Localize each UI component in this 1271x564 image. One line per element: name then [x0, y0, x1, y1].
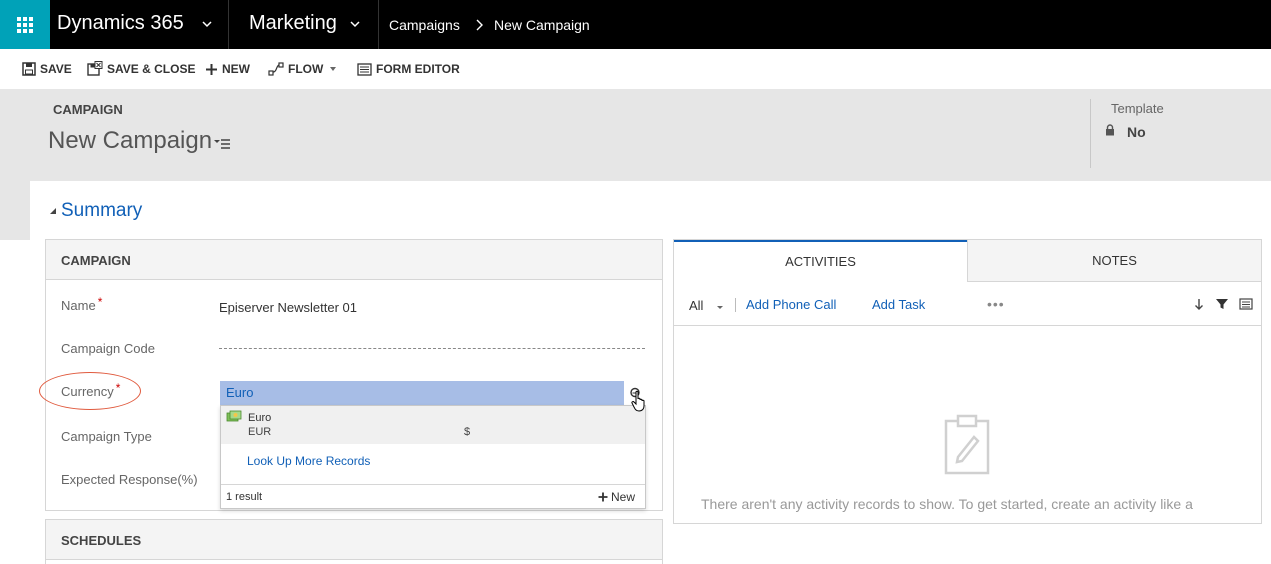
form-editor-label: FORM EDITOR [376, 62, 460, 76]
command-bar: SAVE SAVE & CLOSE NEW FLOW FORM EDITOR [0, 49, 1271, 89]
name-field[interactable]: Episerver Newsletter 01 [219, 300, 357, 315]
new-record-label: New [610, 490, 635, 504]
activities-toolbar: All Add Phone Call Add Task ••• [674, 282, 1261, 326]
add-task-button[interactable]: Add Task [872, 297, 925, 312]
save-label: SAVE [40, 62, 72, 76]
look-up-more-records-link[interactable]: Look Up More Records [247, 454, 370, 468]
flow-label: FLOW [288, 62, 324, 76]
save-close-label: SAVE & CLOSE [107, 62, 196, 76]
required-indicator: * [97, 295, 103, 309]
form-editor-button[interactable]: FORM EDITOR [357, 60, 460, 78]
divider [378, 0, 379, 49]
save-close-icon [87, 61, 103, 76]
campaign-section-label: CAMPAIGN [61, 253, 131, 268]
lookup-footer: 1 result New [221, 484, 645, 508]
campaign-type-label: Campaign Type [61, 429, 152, 444]
app-title[interactable]: Dynamics 365 [57, 0, 184, 49]
form-selector-icon[interactable] [213, 137, 231, 151]
caret-down-icon[interactable] [716, 305, 724, 310]
chevron-down-icon[interactable] [200, 17, 214, 31]
currency-icon [226, 410, 242, 422]
save-icon [22, 62, 36, 76]
template-label: Template [1111, 101, 1164, 116]
app-launcher-button[interactable] [0, 0, 50, 49]
schedules-section-label: SCHEDULES [61, 533, 142, 548]
flow-icon [268, 62, 284, 76]
name-label: Name * [61, 295, 103, 313]
lock-icon [1106, 124, 1114, 136]
lookup-result-item[interactable]: Euro EUR $ [221, 406, 645, 444]
flow-button[interactable]: FLOW [268, 60, 343, 78]
activities-panel: ACTIVITIES NOTES All Add Phone Call Add … [673, 239, 1262, 524]
campaign-code-field[interactable] [219, 348, 645, 349]
sort-down-icon[interactable] [1192, 297, 1206, 311]
tab-notes[interactable]: NOTES [967, 240, 1261, 282]
form-editor-icon [357, 62, 372, 76]
summary-section-title[interactable]: Summary [61, 200, 142, 222]
divider [1090, 99, 1091, 168]
empty-activities-message: There aren't any activity records to sho… [701, 496, 1193, 512]
schedules-section: SCHEDULES [45, 519, 663, 564]
campaign-section-header: CAMPAIGN [46, 240, 662, 280]
add-phone-call-button[interactable]: Add Phone Call [746, 297, 836, 312]
chevron-right-icon [476, 19, 483, 31]
activity-filter[interactable]: All [689, 298, 703, 313]
waffle-icon [17, 16, 33, 33]
mouse-pointer-icon [631, 390, 645, 412]
currency-lookup-input[interactable]: Euro [220, 381, 645, 405]
plus-icon [598, 492, 608, 502]
chevron-down-icon[interactable] [348, 17, 362, 31]
record-header: CAMPAIGN New Campaign Template No [0, 89, 1271, 181]
result-count: 1 result [226, 491, 263, 503]
schedules-section-header: SCHEDULES [46, 520, 662, 560]
gutter [0, 181, 30, 240]
breadcrumb-campaigns[interactable]: Campaigns [389, 0, 460, 51]
tab-activities[interactable]: ACTIVITIES [674, 240, 967, 282]
clipboard-icon [944, 414, 990, 475]
result-name: Euro [248, 412, 272, 424]
new-label: NEW [222, 62, 250, 76]
save-button[interactable]: SAVE [22, 60, 72, 78]
lookup-results-dropdown: Euro EUR $ Look Up More Records 1 result… [220, 405, 646, 509]
new-record-button[interactable]: New [598, 490, 635, 504]
expected-response-label: Expected Response(%) [61, 472, 198, 487]
area-title[interactable]: Marketing [249, 0, 337, 49]
save-close-button[interactable]: SAVE & CLOSE [87, 60, 195, 78]
annotation-circle [39, 372, 141, 410]
campaign-code-label: Campaign Code [61, 341, 155, 356]
top-navigation-bar: Dynamics 365 Marketing Campaigns New Cam… [0, 0, 1271, 49]
collapse-triangle-icon[interactable] [49, 207, 57, 215]
caret-down-icon [330, 67, 337, 71]
filter-icon[interactable] [1215, 297, 1229, 311]
view-options-icon[interactable] [1239, 297, 1253, 311]
template-value: No [1127, 124, 1146, 140]
result-code: EUR [248, 426, 272, 438]
divider [735, 298, 736, 312]
result-symbol: $ [464, 426, 471, 438]
currency-input-value: Euro [226, 385, 254, 400]
plus-icon [206, 63, 217, 75]
divider [228, 0, 229, 49]
more-commands-button[interactable]: ••• [987, 296, 1005, 312]
breadcrumb-new-campaign[interactable]: New Campaign [494, 0, 590, 51]
entity-name: CAMPAIGN [53, 102, 123, 117]
new-button[interactable]: NEW [205, 60, 250, 78]
record-title: New Campaign [48, 127, 213, 154]
